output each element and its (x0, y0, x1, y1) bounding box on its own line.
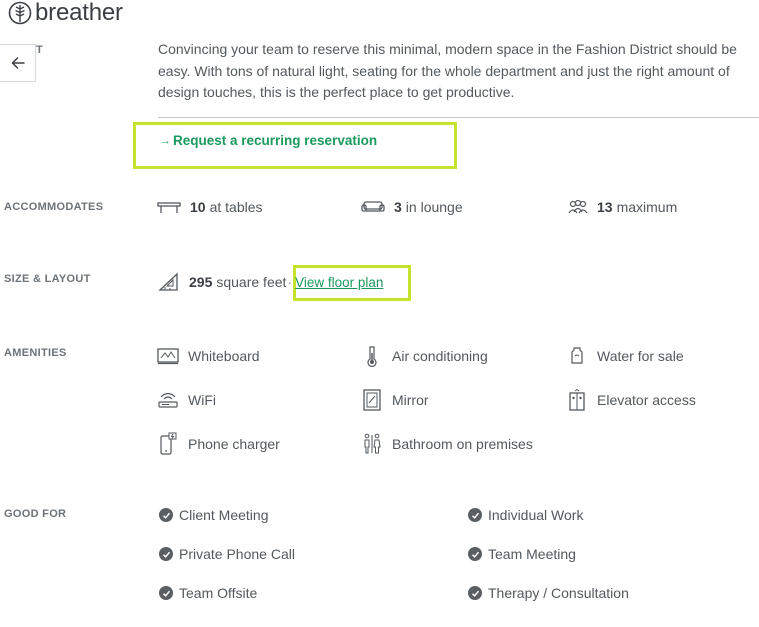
view-floor-plan-link[interactable]: View floor plan (295, 275, 383, 290)
maximum-count: 13 (597, 199, 613, 215)
amenity-label: Phone charger (188, 436, 280, 452)
amenity-bathroom: Bathroom on premises (361, 432, 533, 456)
amenity-mirror: Mirror (361, 388, 429, 412)
good-for-item: Team Meeting (468, 546, 576, 562)
good-for-label-text: Individual Work (488, 507, 584, 523)
good-for-label-text: Team Offsite (179, 585, 258, 601)
amenity-whiteboard: Whiteboard (157, 344, 260, 368)
tables-label: at tables (209, 199, 263, 215)
check-circle-icon (159, 508, 173, 522)
about-section-label: T (36, 44, 44, 56)
table-icon (157, 202, 181, 213)
good-for-label-text: Therapy / Consultation (488, 585, 629, 601)
recurring-link-label: Request a recurring reservation (173, 133, 378, 148)
space-description: Convincing your team to reserve this min… (158, 41, 737, 100)
tree-logo-icon (8, 1, 32, 25)
good-for-item: Team Offsite (159, 585, 257, 601)
good-for-item: Individual Work (468, 507, 583, 523)
whiteboard-icon (157, 344, 179, 368)
good-for-label-text: Client Meeting (179, 507, 269, 523)
sofa-icon (361, 201, 385, 212)
check-circle-icon (159, 586, 173, 600)
stat-maximum: 13 maximum (568, 199, 677, 215)
good-for-label: GOOD FOR (4, 508, 67, 520)
area-unit: square feet (216, 274, 287, 290)
stat-area: 295 square feet · View floor plan (158, 272, 383, 292)
good-for-item: Therapy / Consultation (468, 585, 629, 601)
phone-charger-icon (157, 432, 179, 456)
stat-lounge: 3 in lounge (361, 199, 463, 215)
accommodates-label: ACCOMMODATES (4, 201, 104, 213)
brand-logo[interactable]: breather (8, 0, 123, 26)
good-for-label-text: Team Meeting (488, 546, 576, 562)
check-circle-icon (468, 586, 482, 600)
people-icon (568, 199, 588, 214)
elevator-icon (566, 388, 588, 412)
water-bottle-icon (566, 344, 588, 368)
check-circle-icon (159, 547, 173, 561)
back-button[interactable] (0, 44, 36, 82)
amenity-air-conditioning: Air conditioning (361, 344, 488, 368)
amenity-label: Air conditioning (392, 348, 488, 364)
ruler-triangle-icon (158, 272, 178, 291)
brand-name: breather (35, 0, 123, 26)
amenity-elevator-access: Elevator access (566, 388, 696, 412)
lounge-count: 3 (394, 199, 402, 215)
area-value: 295 (189, 274, 213, 290)
check-circle-icon (468, 508, 482, 522)
request-recurring-reservation-link[interactable]: → Request a recurring reservation (160, 133, 377, 148)
good-for-label-text: Private Phone Call (179, 546, 295, 562)
amenity-label: Elevator access (597, 392, 696, 408)
amenities-label: AMENITIES (4, 347, 67, 359)
amenity-label: Whiteboard (188, 348, 260, 364)
amenity-water-for-sale: Water for sale (566, 344, 684, 368)
good-for-item: Client Meeting (159, 507, 269, 523)
amenity-label: WiFi (188, 392, 216, 408)
tables-count: 10 (190, 199, 206, 215)
thermometer-icon (361, 344, 383, 368)
amenity-label: Water for sale (597, 348, 684, 364)
amenity-label: Bathroom on premises (392, 436, 533, 452)
mirror-icon (361, 388, 383, 412)
separator: · (287, 274, 293, 290)
amenity-wifi: WiFi (157, 388, 216, 412)
check-circle-icon (468, 547, 482, 561)
good-for-item: Private Phone Call (159, 546, 295, 562)
stat-tables: 10 at tables (157, 199, 263, 215)
size-layout-label: SIZE & LAYOUT (4, 273, 91, 285)
arrow-left-icon (11, 57, 25, 69)
lounge-label: in lounge (405, 199, 463, 215)
maximum-label: maximum (616, 199, 678, 215)
amenity-phone-charger: Phone charger (157, 432, 280, 456)
wifi-router-icon (157, 388, 179, 412)
divider (158, 117, 759, 118)
bathroom-icon (361, 432, 383, 456)
arrow-right-icon: → (160, 134, 171, 147)
amenity-label: Mirror (392, 392, 429, 408)
